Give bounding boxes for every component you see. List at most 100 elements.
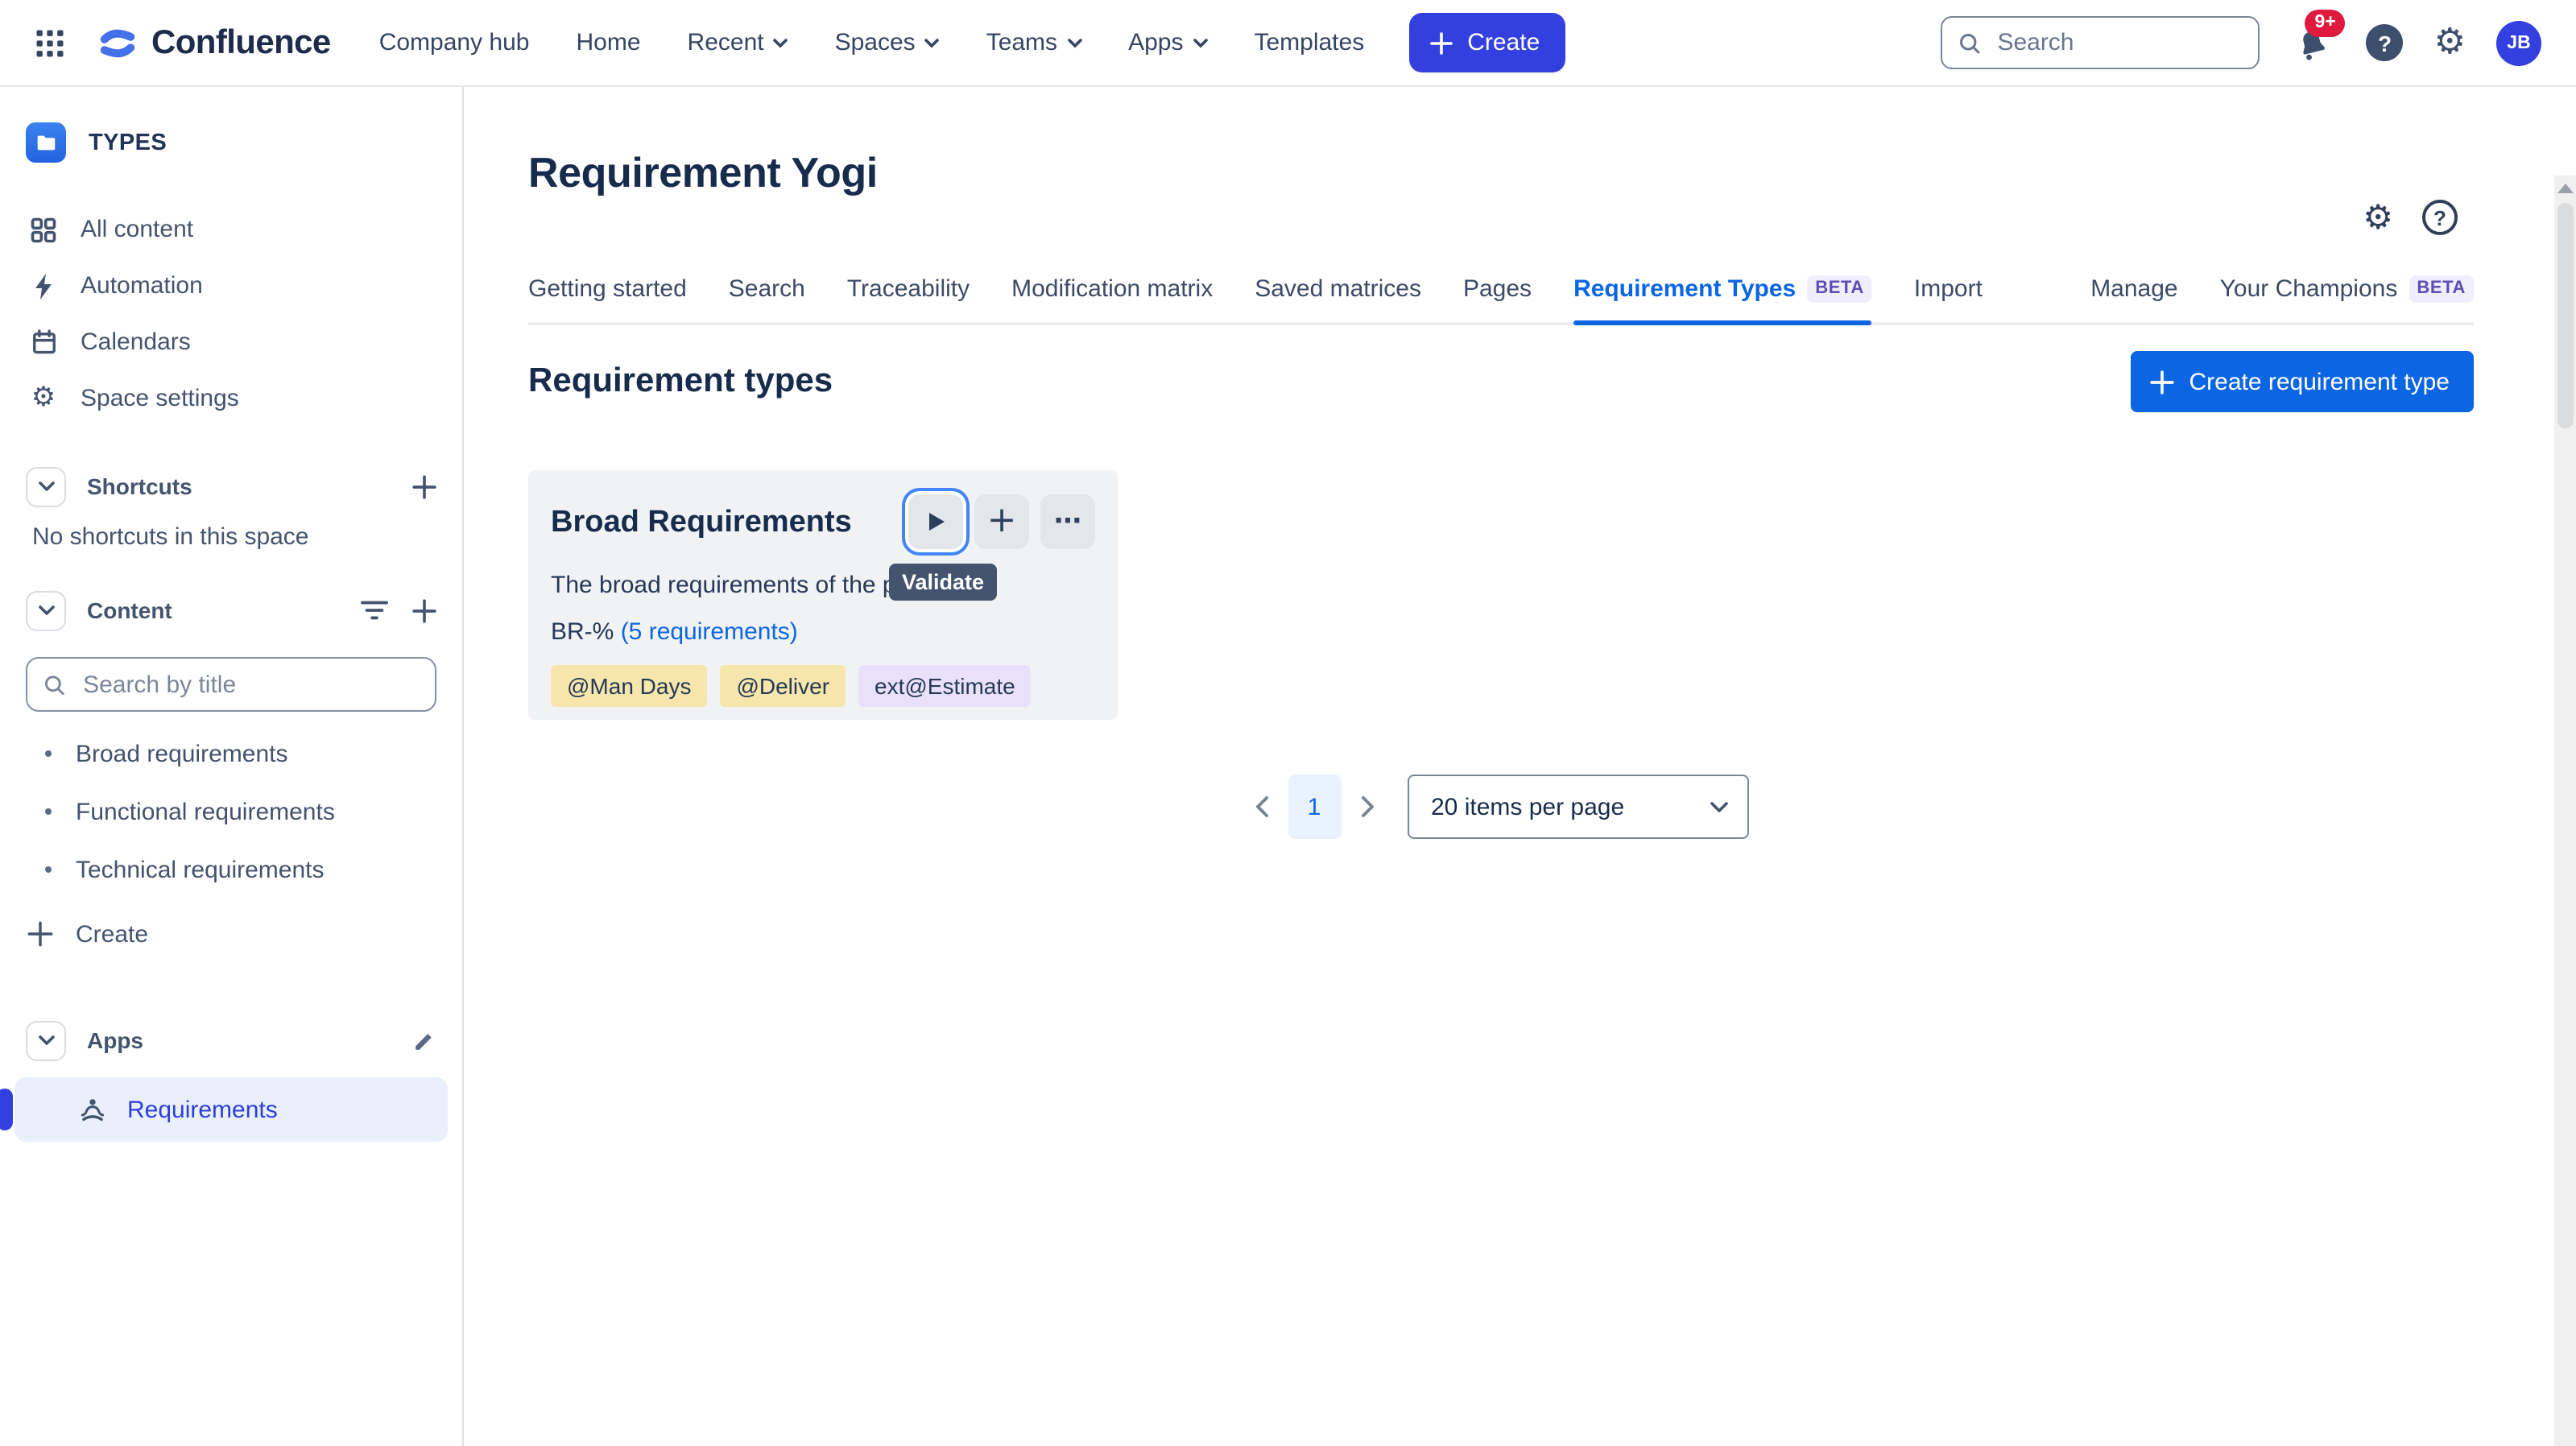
user-avatar[interactable]: JB	[2496, 20, 2541, 65]
add-requirement-button[interactable]: +	[974, 494, 1029, 549]
content-collapse-button[interactable]	[26, 590, 66, 630]
chevron-down-icon	[1710, 801, 1727, 812]
pagination: 1 20 items per page	[528, 775, 2474, 839]
bullet-icon	[45, 808, 52, 815]
nav-spaces[interactable]: Spaces	[835, 29, 940, 56]
help-button[interactable]: ?	[2422, 200, 2458, 235]
tab-requirement-types[interactable]: Requirement TypesBETA	[1573, 275, 1872, 322]
scrollbar-thumb[interactable]	[2557, 203, 2574, 428]
help-button[interactable]: ?	[2367, 24, 2404, 61]
chevron-down-icon	[925, 38, 940, 48]
validate-tooltip: Validate	[889, 564, 997, 601]
chevron-left-icon	[1254, 795, 1268, 818]
sidebar-item-label: Requirements	[127, 1096, 278, 1123]
page-title: Requirement Yogi	[528, 148, 2474, 198]
items-per-page-value: 20 items per page	[1431, 793, 1624, 820]
page-number-button[interactable]: 1	[1288, 775, 1341, 839]
shortcuts-title: Shortcuts	[87, 473, 391, 499]
page-body: TYPES All content Automation Calendars	[0, 87, 2576, 1446]
card-labels: @Man Days @Deliver ext@Estimate	[551, 665, 1095, 707]
filter-content-button[interactable]	[361, 599, 388, 622]
page-item-technical-requirements[interactable]: Technical requirements	[0, 841, 462, 899]
settings-button[interactable]: ⚙	[2434, 24, 2466, 61]
global-create-button[interactable]: Create	[1409, 13, 1565, 72]
nav-home[interactable]: Home	[577, 29, 641, 56]
create-requirement-type-button[interactable]: Create requirement type	[2132, 351, 2475, 412]
content-title: Content	[87, 597, 340, 623]
requirement-type-card: Broad Requirements + ⋯ The broad require…	[528, 470, 1118, 720]
content-search-input[interactable]	[80, 669, 419, 700]
tab-search[interactable]: Search	[729, 275, 805, 322]
tab-saved-matrices[interactable]: Saved matrices	[1255, 275, 1421, 322]
card-header: Broad Requirements + ⋯	[551, 494, 1095, 549]
add-shortcut-button[interactable]	[412, 474, 436, 498]
confluence-logo[interactable]: Confluence	[97, 22, 331, 64]
requirements-count-link[interactable]: (5 requirements)	[621, 618, 798, 646]
topbar-right: 9+ ? ⚙ JB	[1941, 16, 2541, 69]
beta-badge: BETA	[2409, 275, 2474, 303]
edit-apps-button[interactable]	[412, 1028, 436, 1052]
sidebar-item-calendars[interactable]: Calendars	[0, 314, 462, 370]
page-actions: ⚙ ?	[2363, 200, 2458, 235]
page-item-broad-requirements[interactable]: Broad requirements	[0, 725, 462, 783]
tab-import[interactable]: Import	[1914, 275, 1983, 322]
nav-apps[interactable]: Apps	[1128, 29, 1207, 56]
nav-recent[interactable]: Recent	[688, 29, 788, 56]
tab-bar-right: Manage Your ChampionsBETA	[2090, 275, 2474, 322]
more-actions-button[interactable]: ⋯	[1040, 494, 1095, 549]
bullet-icon	[45, 750, 52, 757]
label-badge[interactable]: @Man Days	[551, 665, 707, 707]
space-header[interactable]: TYPES	[0, 122, 462, 163]
tab-traceability[interactable]: Traceability	[847, 275, 970, 322]
plus-icon	[412, 598, 436, 622]
notifications-button[interactable]: 9+	[2291, 19, 2336, 67]
sidebar-item-all-content[interactable]: All content	[0, 201, 462, 258]
chevron-down-icon	[1067, 38, 1081, 48]
confluence-app: Confluence Company hub Home Recent Space…	[0, 0, 2576, 1446]
scrollbar-up-arrow-icon[interactable]	[2557, 184, 2574, 193]
nav-teams[interactable]: Teams	[986, 29, 1081, 56]
global-search[interactable]	[1941, 16, 2260, 69]
pencil-icon	[412, 1028, 436, 1052]
apps-section-header: Apps	[0, 1016, 462, 1064]
tab-your-champions[interactable]: Your ChampionsBETA	[2220, 275, 2474, 322]
sidebar-item-requirements[interactable]: Requirements	[14, 1077, 448, 1142]
gear-icon: ⚙	[2434, 21, 2466, 61]
section-header: Requirement types Create requirement typ…	[528, 351, 2474, 412]
label-badge[interactable]: @Deliver	[720, 665, 846, 707]
bullet-icon	[45, 866, 52, 873]
tab-getting-started[interactable]: Getting started	[528, 275, 687, 322]
chevron-down-icon	[1193, 38, 1207, 48]
selected-indicator	[0, 1089, 13, 1130]
add-content-button[interactable]	[412, 598, 436, 622]
search-icon	[1959, 30, 1982, 56]
top-navigation-bar: Confluence Company hub Home Recent Space…	[0, 0, 2576, 87]
vertical-scrollbar[interactable]	[2554, 176, 2576, 1446]
app-switcher-grid-icon	[32, 25, 68, 60]
tab-modification-matrix[interactable]: Modification matrix	[1011, 275, 1213, 322]
tab-pages[interactable]: Pages	[1463, 275, 1532, 322]
nav-templates[interactable]: Templates	[1254, 29, 1364, 56]
sidebar-create-button[interactable]: Create	[0, 903, 462, 965]
previous-page-button[interactable]	[1254, 795, 1268, 818]
settings-button[interactable]: ⚙	[2363, 200, 2393, 234]
apps-collapse-button[interactable]	[26, 1020, 66, 1060]
next-page-button[interactable]	[1360, 795, 1375, 818]
question-icon: ?	[2433, 205, 2446, 229]
nav-company-hub[interactable]: Company hub	[379, 29, 530, 56]
global-search-input[interactable]	[1994, 27, 2242, 58]
tab-manage[interactable]: Manage	[2090, 275, 2177, 322]
content-search[interactable]	[26, 657, 436, 712]
app-switcher-button[interactable]	[29, 22, 71, 64]
page-item-functional-requirements[interactable]: Functional requirements	[0, 783, 462, 841]
app-name: Confluence	[151, 23, 331, 62]
sidebar-item-automation[interactable]: Automation	[0, 258, 462, 314]
items-per-page-select[interactable]: 20 items per page	[1407, 775, 1748, 839]
requirement-key-prefix: BR-%	[551, 618, 614, 646]
shortcuts-collapse-button[interactable]	[26, 466, 66, 506]
label-badge[interactable]: ext@Estimate	[858, 665, 1032, 707]
card-description: The broad requirements of the p	[551, 572, 1095, 599]
sidebar-item-space-settings[interactable]: ⚙ Space settings	[0, 370, 462, 427]
gear-icon: ⚙	[27, 385, 60, 412]
validate-button[interactable]	[908, 494, 963, 549]
